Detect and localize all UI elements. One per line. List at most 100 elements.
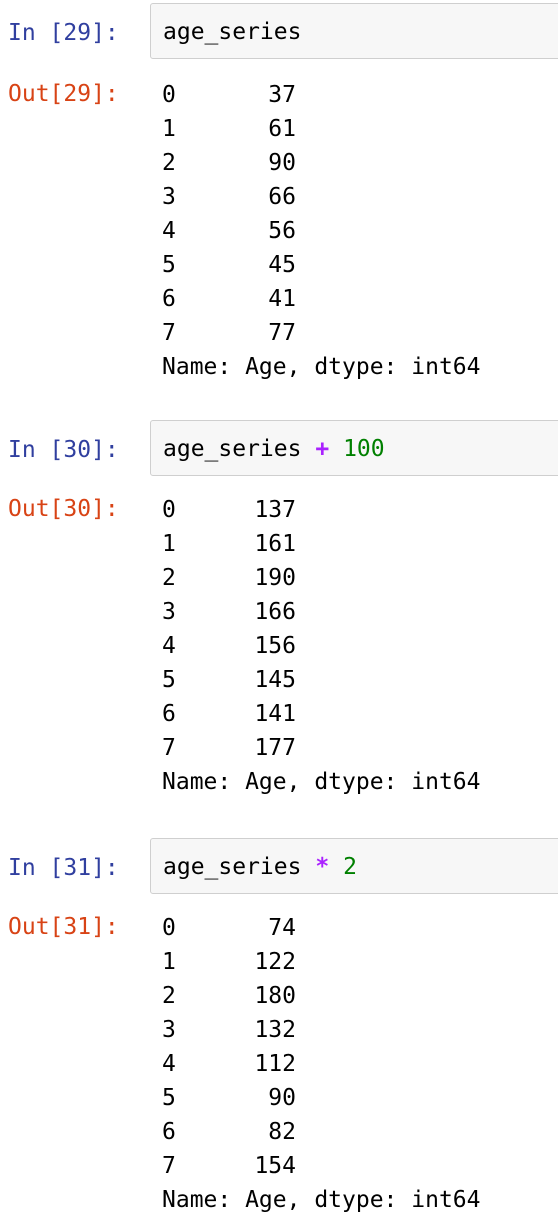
row-index: 3 (162, 599, 176, 625)
row-index: 7 (162, 320, 176, 346)
row-index: 2 (162, 565, 176, 591)
row-value: 61 (268, 116, 296, 142)
output-area: 0 137 1 161 2 190 3 166 4 156 5 145 6 141 7 177 … (162, 493, 558, 799)
row-value: 154 (254, 1153, 296, 1179)
output-row: 4 56 (162, 214, 558, 248)
output-row: 1 61 (162, 112, 558, 146)
output-row: 3 166 (162, 595, 558, 629)
output-row: 5 90 (162, 1081, 558, 1115)
row-value: 177 (254, 735, 296, 761)
output-prompt: Out[31]: (8, 914, 119, 940)
input-row: In [31]: age_series * 2 (0, 838, 558, 898)
output-footer-row: Name: Age, dtype: int64 (162, 765, 558, 799)
row-index: 1 (162, 949, 176, 975)
input-row: In [29]: age_series (0, 3, 558, 63)
output-row: 0 37 (162, 78, 558, 112)
output-row: 7 77 (162, 316, 558, 350)
output-footer-row: Name: Age, dtype: int64 (162, 1183, 558, 1217)
row-index: 4 (162, 1051, 176, 1077)
code-input[interactable]: age_series (150, 3, 558, 59)
row-index: 0 (162, 915, 176, 941)
output-row: 6 82 (162, 1115, 558, 1149)
row-value: 180 (254, 983, 296, 1009)
output-row: 5 145 (162, 663, 558, 697)
row-index: 3 (162, 184, 176, 210)
row-index: 0 (162, 82, 176, 108)
output-row: 2 180 (162, 979, 558, 1013)
row-index: 5 (162, 252, 176, 278)
output-prompt: Out[29]: (8, 81, 119, 107)
output-row: 4 112 (162, 1047, 558, 1081)
row-index: 7 (162, 735, 176, 761)
input-row: In [30]: age_series + 100 (0, 420, 558, 480)
output-row: 7 177 (162, 731, 558, 765)
code-operator: + (315, 436, 330, 462)
code-input[interactable]: age_series + 100 (150, 420, 558, 476)
output-row: 4 156 (162, 629, 558, 663)
row-value: 137 (254, 497, 296, 523)
row-value: 77 (268, 320, 296, 346)
row-index: 6 (162, 1119, 176, 1145)
input-prompt: In [31]: (8, 855, 119, 881)
output-row: 2 90 (162, 146, 558, 180)
row-index: 4 (162, 218, 176, 244)
row-value: 37 (268, 82, 296, 108)
row-value: 112 (254, 1051, 296, 1077)
series-footer: Name: Age, dtype: int64 (162, 354, 481, 380)
input-prompt: In [29]: (8, 20, 119, 46)
output-row: 1 161 (162, 527, 558, 561)
output-row: 1 122 (162, 945, 558, 979)
output-area: 0 37 1 61 2 90 3 66 4 56 5 45 6 41 7 77 Name: Ag… (162, 78, 558, 384)
output-row: 2 190 (162, 561, 558, 595)
row-value: 82 (268, 1119, 296, 1145)
row-value: 56 (268, 218, 296, 244)
output-row: 3 132 (162, 1013, 558, 1047)
output-row: 6 41 (162, 282, 558, 316)
series-footer: Name: Age, dtype: int64 (162, 1187, 481, 1213)
row-value: 41 (268, 286, 296, 312)
row-value: 122 (254, 949, 296, 975)
row-index: 3 (162, 1017, 176, 1043)
code-variable: age_series (163, 854, 302, 880)
output-prompt: Out[30]: (8, 496, 119, 522)
code-text: age_series (163, 16, 301, 48)
row-index: 1 (162, 116, 176, 142)
output-area: 0 74 1 122 2 180 3 132 4 112 5 90 6 82 7 154 Nam… (162, 911, 558, 1217)
row-value: 66 (268, 184, 296, 210)
code-text: age_series * 2 (163, 851, 357, 883)
output-row: 0 137 (162, 493, 558, 527)
code-operator: * (315, 854, 330, 880)
row-index: 5 (162, 667, 176, 693)
row-index: 6 (162, 701, 176, 727)
row-value: 161 (254, 531, 296, 557)
row-index: 6 (162, 286, 176, 312)
row-value: 156 (254, 633, 296, 659)
code-number: 2 (343, 854, 357, 880)
row-value: 74 (268, 915, 296, 941)
row-value: 90 (268, 150, 296, 176)
row-index: 2 (162, 150, 176, 176)
output-row: 0 74 (162, 911, 558, 945)
output-footer-row: Name: Age, dtype: int64 (162, 350, 558, 384)
input-prompt: In [30]: (8, 437, 119, 463)
row-index: 4 (162, 633, 176, 659)
row-value: 141 (254, 701, 296, 727)
code-text: age_series + 100 (163, 433, 385, 465)
row-value: 145 (254, 667, 296, 693)
output-row: 5 45 (162, 248, 558, 282)
row-index: 5 (162, 1085, 176, 1111)
row-value: 45 (268, 252, 296, 278)
row-index: 7 (162, 1153, 176, 1179)
output-row: 7 154 (162, 1149, 558, 1183)
row-index: 1 (162, 531, 176, 557)
row-index: 0 (162, 497, 176, 523)
code-number: 100 (343, 436, 385, 462)
output-row: 3 66 (162, 180, 558, 214)
row-value: 190 (254, 565, 296, 591)
series-footer: Name: Age, dtype: int64 (162, 769, 481, 795)
row-value: 90 (268, 1085, 296, 1111)
row-value: 132 (254, 1017, 296, 1043)
code-input[interactable]: age_series * 2 (150, 838, 558, 894)
output-row: 6 141 (162, 697, 558, 731)
row-index: 2 (162, 983, 176, 1009)
